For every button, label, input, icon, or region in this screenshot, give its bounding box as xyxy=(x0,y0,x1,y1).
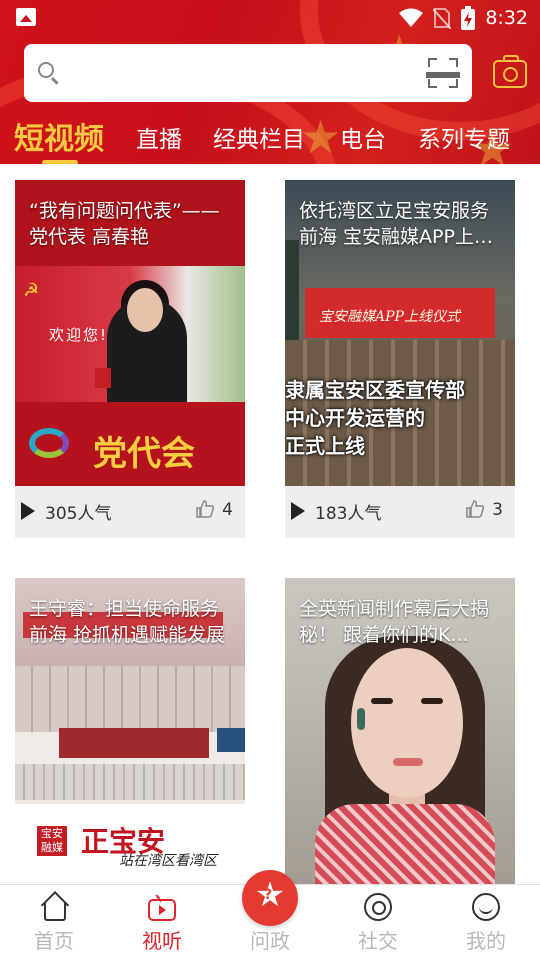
status-time: 8:32 xyxy=(485,7,528,29)
video-thumbnail[interactable]: 全英新闻制作幕后大揭秘！ 跟着你们的K... xyxy=(285,578,515,884)
video-title: 依托湾区立足宝安服务前海 宝安融媒APP上线仪式 xyxy=(299,200,493,248)
header: ★ ★ ★ 8:32 短视频 直播 经典栏目 电台 系列专题 xyxy=(0,0,540,164)
thumb-stage-text: 宝安融媒APP上线仪式 xyxy=(319,309,460,325)
overlay-line: 中心开发运营的 xyxy=(285,406,425,430)
video-thumbnail[interactable]: ☭ 欢迎您! 党代会 “我有问题问代表”——党代表 高春艳 xyxy=(15,180,245,486)
search-icon xyxy=(38,62,54,78)
question-mark: ? xyxy=(264,887,273,903)
thumb-headline: 党代会 xyxy=(93,434,195,474)
video-title: 全英新闻制作幕后大揭秘！ 跟着你们的K... xyxy=(299,598,490,646)
tab-classic-columns[interactable]: 经典栏目 xyxy=(213,120,305,154)
play-icon xyxy=(21,502,35,520)
search-bar[interactable] xyxy=(24,44,472,102)
nav-me[interactable]: 我的 xyxy=(432,885,540,960)
inquiry-center-button[interactable]: ★ ? xyxy=(242,870,298,926)
nav-social[interactable]: 社交 xyxy=(324,885,432,960)
scan-icon[interactable] xyxy=(426,58,460,88)
like-count: 4 xyxy=(222,500,233,520)
baoan-media-logo xyxy=(29,428,69,458)
overlay-line: 隶属宝安区委宣传部 xyxy=(285,378,465,402)
video-thumbnail[interactable]: 宝安融媒APP上线仪式 隶属宝安区委宣传部 中心开发运营的 正式上线 依托湾区立… xyxy=(285,180,515,486)
video-card[interactable]: 全英新闻制作幕后大揭秘！ 跟着你们的K... xyxy=(285,578,515,884)
tab-radio[interactable]: 电台 xyxy=(340,120,386,154)
play-icon xyxy=(291,502,305,520)
status-bar: 8:32 xyxy=(0,0,540,36)
nav-label: 社交 xyxy=(358,929,398,953)
nav-label: 我的 xyxy=(466,929,506,953)
nav-home[interactable]: 首页 xyxy=(0,885,108,960)
gallery-icon xyxy=(16,8,36,26)
thumb-slogan: 站在湾区看湾区 xyxy=(119,853,217,869)
tab-live[interactable]: 直播 xyxy=(136,120,182,154)
like-count: 3 xyxy=(492,500,503,520)
video-meta: 305人气 4 xyxy=(15,486,245,538)
video-card[interactable]: 宝安融媒 正宝安 站在湾区看湾区 王守睿：担当使命服务前海 抢抓机遇赋能发展 xyxy=(15,578,245,884)
video-meta: 183人气 3 xyxy=(285,486,515,538)
nav-media[interactable]: 视听 xyxy=(108,885,216,960)
video-card[interactable]: 宝安融媒APP上线仪式 隶属宝安区委宣传部 中心开发运营的 正式上线 依托湾区立… xyxy=(285,180,515,538)
tab-short-video[interactable]: 短视频 xyxy=(14,114,104,158)
no-sim-icon xyxy=(433,8,452,29)
thumbs-up-icon[interactable] xyxy=(465,499,485,519)
status-icons: 8:32 xyxy=(399,6,528,30)
thumbs-up-icon[interactable] xyxy=(195,499,215,519)
battery-charging-icon xyxy=(461,6,476,30)
video-title: “我有问题问代表”——党代表 高春艳 xyxy=(29,200,220,248)
camera-icon[interactable] xyxy=(493,55,527,88)
view-count: 305人气 xyxy=(45,504,112,524)
active-tab-indicator xyxy=(42,160,78,164)
video-thumbnail[interactable]: 宝安融媒 正宝安 站在湾区看湾区 王守睿：担当使命服务前海 抢抓机遇赋能发展 xyxy=(15,578,245,884)
category-tabs: 短视频 直播 经典栏目 电台 系列专题 xyxy=(0,112,540,164)
thumb-welcome-text: 欢迎您! xyxy=(49,326,109,344)
video-card[interactable]: ☭ 欢迎您! 党代会 “我有问题问代表”——党代表 高春艳 305人气 4 xyxy=(15,180,245,538)
thumb-overlay-text: 隶属宝安区委宣传部 中心开发运营的 正式上线 xyxy=(285,376,465,460)
smile-icon xyxy=(472,893,500,921)
tv-icon xyxy=(148,899,176,921)
app-root: ★ ★ ★ 8:32 短视频 直播 经典栏目 电台 系列专题 xyxy=(0,0,540,960)
video-title: 王守睿：担当使命服务前海 抢抓机遇赋能发展 xyxy=(29,598,226,646)
party-emblem-icon: ☭ xyxy=(23,280,40,301)
search-input[interactable] xyxy=(70,56,420,90)
nav-label: 视听 xyxy=(142,929,182,953)
nav-label: 问政 xyxy=(250,929,290,953)
view-count: 183人气 xyxy=(315,504,382,524)
home-icon xyxy=(44,903,66,921)
nav-label: 首页 xyxy=(34,929,74,953)
overlay-line: 正式上线 xyxy=(285,434,365,458)
chat-icon xyxy=(364,893,392,921)
wifi-icon xyxy=(399,8,424,27)
baoan-media-logo: 宝安融媒 xyxy=(37,826,67,856)
tab-series-topics[interactable]: 系列专题 xyxy=(418,120,510,154)
